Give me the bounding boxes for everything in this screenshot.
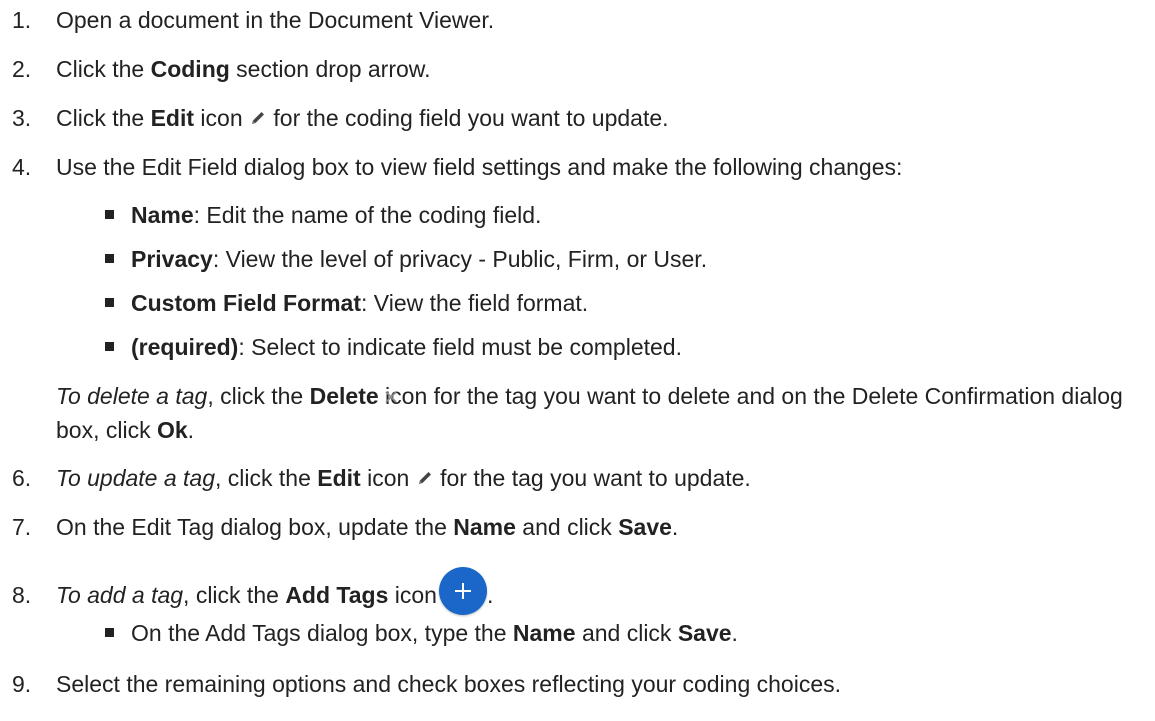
step-italic: To delete a tag bbox=[56, 383, 208, 409]
edit-label: Edit bbox=[150, 105, 195, 131]
bullet-term: Privacy bbox=[131, 246, 213, 272]
step-text: . bbox=[187, 417, 195, 444]
step-text: Use the Edit Field dialog box to view fi… bbox=[56, 154, 903, 180]
bullet-text: : View the level of privacy - Public, Fi… bbox=[212, 246, 708, 272]
bullet-text: . bbox=[731, 620, 738, 646]
bullet-term: Name bbox=[131, 202, 194, 228]
bullet-square bbox=[105, 210, 114, 219]
bullet-text: and click bbox=[575, 620, 678, 646]
bullet-square bbox=[105, 628, 114, 637]
bullet-name: Name: Edit the name of the coding field. bbox=[105, 199, 1149, 232]
step-3: 3. Click the Edit icon for the coding fie… bbox=[12, 102, 1149, 136]
bullet-text: : Edit the name of the coding field. bbox=[193, 202, 542, 228]
pencil-icon bbox=[249, 103, 267, 136]
step-6: 6. To update a tag, click the Edit icon f… bbox=[12, 462, 1149, 496]
bullet-text: : View the field format. bbox=[361, 290, 589, 316]
step-text: , click the bbox=[207, 383, 310, 409]
edit-label: Edit bbox=[317, 465, 361, 491]
step-text: . bbox=[486, 582, 494, 608]
step-number: 9. bbox=[12, 671, 32, 697]
add-plus-icon bbox=[438, 567, 487, 615]
step-text: Select the remaining options and check b… bbox=[56, 671, 842, 697]
delete-label: Delete bbox=[309, 383, 379, 409]
bullet-term: Custom Field Format bbox=[131, 290, 362, 316]
bullet-term: (required) bbox=[131, 334, 239, 360]
step-text: , click the bbox=[183, 582, 286, 608]
step-number: 7. bbox=[12, 514, 32, 540]
step-text: icon bbox=[388, 582, 437, 608]
bullet-square bbox=[105, 254, 114, 263]
bullet-privacy: Privacy: View the level of privacy - Pub… bbox=[105, 243, 1149, 276]
step-text: and click bbox=[515, 514, 619, 540]
bullet-square bbox=[105, 298, 114, 307]
step-number: 4. bbox=[12, 154, 32, 180]
bullet-text: : Select to indicate field must be compl… bbox=[238, 334, 682, 360]
step-text: On the Edit Tag dialog box, update the bbox=[56, 514, 454, 540]
step-7: 7. On the Edit Tag dialog box, update the… bbox=[12, 511, 1149, 544]
step-9: 9. Select the remaining options and check… bbox=[12, 668, 1149, 701]
step-number: 1. bbox=[12, 7, 32, 33]
step-text: , click the bbox=[215, 465, 318, 491]
step-number: 2. bbox=[12, 56, 32, 82]
step-text: for the coding field you want to update. bbox=[267, 105, 669, 131]
step-number: 6. bbox=[12, 465, 32, 491]
step-text: . bbox=[671, 514, 679, 540]
save-label: Save bbox=[618, 514, 672, 540]
step-5: 5.To delete a tag, click the Delete icon… bbox=[12, 380, 1149, 447]
bullet-text: On the Add Tags dialog box, type the bbox=[131, 620, 513, 646]
ok-label: Ok bbox=[156, 417, 188, 444]
coding-label: Coding bbox=[150, 56, 230, 82]
step-1: 1. Open a document in the Document Viewer… bbox=[12, 4, 1149, 37]
step-text: icon bbox=[194, 105, 250, 131]
pencil-icon bbox=[416, 463, 434, 496]
step-text: Click the bbox=[56, 56, 151, 82]
step-text: for the tag you want to update. bbox=[433, 465, 751, 491]
bullet-term: Name bbox=[512, 620, 576, 646]
step-italic: To update a tag bbox=[56, 465, 216, 491]
step-number: 8. bbox=[12, 582, 32, 608]
step-text: icon bbox=[360, 465, 416, 491]
bullet-term: Save bbox=[677, 620, 732, 646]
step-8: 8. To add a tag, click the Add Tags icon. bbox=[12, 567, 1149, 615]
bullet-square bbox=[105, 342, 114, 351]
step-text: Open a document in the Document Viewer. bbox=[56, 7, 495, 33]
step-4: 4. Use the Edit Field dialog box to view … bbox=[12, 151, 1149, 184]
step-text: Click the bbox=[56, 105, 151, 131]
step-2: 2. Click the Coding section drop arrow. bbox=[12, 53, 1149, 86]
name-label: Name bbox=[453, 514, 516, 540]
step-number: 5. bbox=[12, 380, 56, 413]
step-text: section drop arrow. bbox=[229, 56, 431, 82]
add-tags-label: Add Tags bbox=[285, 582, 389, 608]
bullet-custom-field-format: Custom Field Format: View the field form… bbox=[105, 287, 1149, 320]
step-italic: To add a tag bbox=[56, 582, 184, 608]
bullet-required: (required): Select to indicate field mus… bbox=[105, 331, 1149, 364]
step-number: 3. bbox=[12, 105, 32, 131]
bullet-add-tags: On the Add Tags dialog box, type the Nam… bbox=[105, 617, 1149, 650]
